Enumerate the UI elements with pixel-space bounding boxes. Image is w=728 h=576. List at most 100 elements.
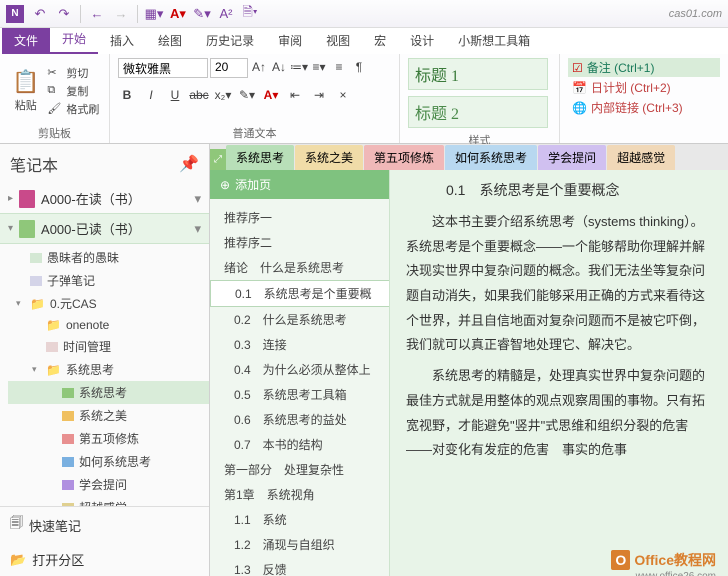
redo-icon[interactable]: ↷	[56, 6, 72, 22]
notebook-swatch	[19, 220, 35, 238]
section-tab[interactable]: 超越感觉	[607, 145, 675, 170]
paragraph-icon[interactable]: ¶	[350, 58, 368, 76]
page-item[interactable]: 1.3 反馈	[210, 557, 389, 576]
tree-section-selected[interactable]: 系统思考	[8, 381, 209, 404]
font-size-select[interactable]: 20	[210, 58, 248, 78]
undo-icon[interactable]: ↶	[32, 6, 48, 22]
tree-section[interactable]: 时间管理	[8, 335, 209, 358]
bullets-icon[interactable]: ≔▾	[290, 58, 308, 76]
back-icon[interactable]: ←	[89, 6, 105, 22]
clear-format-button[interactable]: ×	[334, 86, 352, 104]
tree-section[interactable]: 学会提问	[8, 473, 209, 496]
copy-button[interactable]: ⧉复制	[47, 83, 99, 99]
chevron-down-icon[interactable]: ▾	[194, 221, 201, 237]
tree-section[interactable]: 系统之美	[8, 404, 209, 427]
add-page-button[interactable]: ⊕添加页	[210, 170, 389, 199]
highlight-button[interactable]: ✎▾	[238, 86, 256, 104]
tab-file[interactable]: 文件	[2, 28, 50, 54]
notebook-item-reading[interactable]: ▸ A000-在读（书） ▾	[0, 184, 209, 213]
tree-section[interactable]: 第五项修炼	[8, 427, 209, 450]
numbering-icon[interactable]: ≡▾	[310, 58, 328, 76]
group-tags: ☑备注 (Ctrl+1) 📅日计划 (Ctrl+2) 🌐内部链接 (Ctrl+3…	[560, 54, 728, 143]
chevron-down-icon[interactable]: ▾	[194, 191, 201, 207]
cut-button[interactable]: ✂剪切	[47, 65, 99, 81]
page-item[interactable]: 第一部分 处理复杂性	[210, 457, 389, 482]
forward-icon[interactable]: →	[113, 6, 129, 22]
pin-icon[interactable]: 📌	[179, 154, 199, 174]
quick-notes-button[interactable]: 🗐快速笔记	[0, 507, 209, 543]
grow-font-icon[interactable]: A↑	[250, 58, 268, 76]
attach-icon[interactable]: 🗎▾	[242, 6, 258, 22]
tree-section[interactable]: 如何系统思考	[8, 450, 209, 473]
tab-xstool[interactable]: 小斯想工具箱	[446, 28, 542, 54]
page-item[interactable]: 0.6 系统思考的益处	[210, 407, 389, 432]
page-item[interactable]: 推荐序一	[210, 205, 389, 230]
expand-icon[interactable]: ⤢	[210, 149, 226, 170]
page-item[interactable]: 0.3 连接	[210, 332, 389, 357]
nav-header: 笔记本 📌	[0, 144, 209, 184]
tree-section-group[interactable]: ▾📁0.元CAS	[8, 292, 209, 315]
tag-note[interactable]: ☑备注 (Ctrl+1)	[568, 58, 720, 77]
page-item[interactable]: 推荐序二	[210, 230, 389, 255]
open-section-button[interactable]: 📂打开分区	[0, 543, 209, 576]
superscript-icon[interactable]: A²	[218, 6, 234, 22]
section-tab[interactable]: 第五项修炼	[364, 145, 444, 170]
office-logo-icon: O	[611, 550, 630, 570]
outdent-button[interactable]: ⇤	[286, 86, 304, 104]
open-icon: 📂	[10, 552, 26, 568]
notebook-item-read[interactable]: ▾ A000-已读（书） ▾	[0, 213, 209, 244]
bold-button[interactable]: B	[118, 86, 136, 104]
page-item[interactable]: 0.7 本书的结构	[210, 432, 389, 457]
tab-design[interactable]: 设计	[398, 28, 446, 54]
tab-history[interactable]: 历史记录	[194, 28, 266, 54]
highlight-icon[interactable]: ✎▾	[194, 6, 210, 22]
cut-icon: ✂	[47, 66, 63, 80]
tab-review[interactable]: 审阅	[266, 28, 314, 54]
font-name-select[interactable]: 微软雅黑	[118, 58, 208, 78]
page-item[interactable]: 第1章 系统视角	[210, 482, 389, 507]
tag-plan[interactable]: 📅日计划 (Ctrl+2)	[568, 78, 720, 97]
paste-icon: 📋	[12, 69, 39, 95]
tree-section[interactable]: 子弹笔记	[8, 269, 209, 292]
strike-button[interactable]: abc	[190, 86, 208, 104]
tree-section[interactable]: 超越感觉	[8, 496, 209, 506]
style-heading2[interactable]: 标题 2	[408, 96, 548, 128]
section-tab-active[interactable]: 系统思考	[226, 145, 294, 170]
page-item[interactable]: 1.2 涌现与自组织	[210, 532, 389, 557]
format-painter-button[interactable]: 🖌格式刷	[47, 101, 99, 117]
font-color-button[interactable]: A▾	[262, 86, 280, 104]
section-tab[interactable]: 如何系统思考	[445, 145, 537, 170]
align-icon[interactable]: ≡	[330, 58, 348, 76]
indent-button[interactable]: ⇥	[310, 86, 328, 104]
page-item[interactable]: 绪论 什么是系统思考	[210, 255, 389, 280]
tag-link[interactable]: 🌐内部链接 (Ctrl+3)	[568, 98, 720, 117]
notebook-nav: 笔记本 📌 ▸ A000-在读（书） ▾ ▾ A000-已读（书） ▾ 愚昧者的…	[0, 144, 210, 576]
tab-view[interactable]: 视图	[314, 28, 362, 54]
tab-home[interactable]: 开始	[50, 26, 98, 54]
tree-section[interactable]: 📁onenote	[8, 315, 209, 335]
section-tab[interactable]: 学会提问	[538, 145, 606, 170]
subscript-button[interactable]: x₂▾	[214, 86, 232, 104]
table-icon[interactable]: ▦▾	[146, 6, 162, 22]
section-tab[interactable]: 系统之美	[295, 145, 363, 170]
page-item[interactable]: 0.2 什么是系统思考	[210, 307, 389, 332]
font-color-icon[interactable]: A▾	[170, 6, 186, 22]
footer-watermark: O Office教程网	[611, 550, 716, 570]
page-item-selected[interactable]: 0.1 系统思考是个重要概	[210, 280, 389, 307]
page-item[interactable]: 0.4 为什么必须从整体上	[210, 357, 389, 382]
tab-macro[interactable]: 宏	[362, 28, 398, 54]
paste-button[interactable]: 📋 粘贴	[8, 67, 43, 115]
underline-button[interactable]: U	[166, 86, 184, 104]
tree-section[interactable]: 愚昧者的愚昧	[8, 246, 209, 269]
shrink-font-icon[interactable]: A↓	[270, 58, 288, 76]
tree-section-group[interactable]: ▾📁系统思考	[8, 358, 209, 381]
italic-button[interactable]: I	[142, 86, 160, 104]
tab-draw[interactable]: 绘图	[146, 28, 194, 54]
page-item[interactable]: 0.5 系统思考工具箱	[210, 382, 389, 407]
page-item[interactable]: 1.1 系统	[210, 507, 389, 532]
style-heading1[interactable]: 标题 1	[408, 58, 548, 90]
plus-icon: ⊕	[220, 178, 230, 192]
page-content[interactable]: 0.1 系统思考是个重要概念 这本书主要介绍系统思考（systems think…	[390, 170, 728, 576]
calendar-icon: 📅	[572, 81, 587, 95]
tab-insert[interactable]: 插入	[98, 28, 146, 54]
